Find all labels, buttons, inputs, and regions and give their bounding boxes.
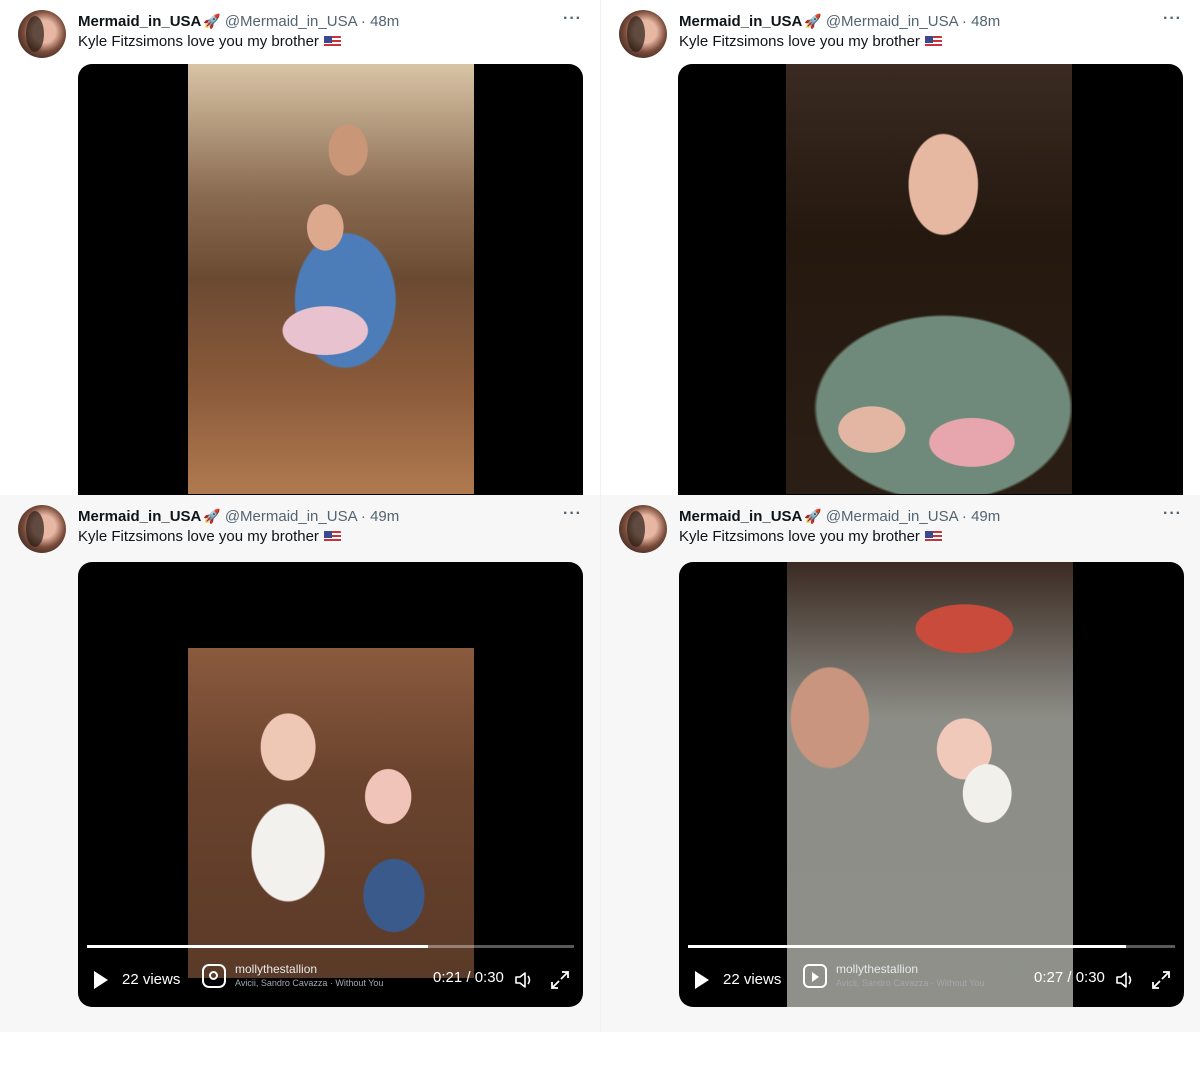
tweet-header: Mermaid_in_USA 🚀 @Mermaid_in_USA · 49m bbox=[679, 506, 1000, 526]
handle-and-time[interactable]: @Mermaid_in_USA · 48m bbox=[225, 13, 399, 30]
source-author[interactable]: mollythestallion bbox=[836, 962, 918, 976]
video-progress-fill bbox=[688, 945, 1127, 948]
volume-icon[interactable] bbox=[514, 970, 534, 990]
display-name[interactable]: Mermaid_in_USA bbox=[679, 13, 802, 30]
video-frame[interactable] bbox=[786, 64, 1072, 494]
tweet-card[interactable]: Mermaid_in_USA 🚀 @Mermaid_in_USA · 49m ·… bbox=[600, 495, 1200, 1032]
tweet-text: Kyle Fitzsimons love you my brother bbox=[78, 528, 341, 545]
tweet-text-content: Kyle Fitzsimons love you my brother bbox=[78, 528, 319, 545]
source-author[interactable]: mollythestallion bbox=[235, 962, 317, 976]
avatar[interactable] bbox=[18, 505, 66, 553]
tweet-text-content: Kyle Fitzsimons love you my brother bbox=[78, 33, 319, 50]
rocket-icon: 🚀 bbox=[804, 12, 822, 29]
instagram-icon bbox=[202, 964, 226, 988]
video-progress-bar[interactable] bbox=[87, 945, 574, 948]
video-controls: 22 views mollythestallion Avicii, Sandro… bbox=[679, 957, 1184, 1007]
us-flag-icon bbox=[323, 35, 341, 48]
us-flag-icon bbox=[323, 530, 341, 543]
video-player[interactable]: 22 views mollythestallion Avicii, Sandro… bbox=[679, 562, 1184, 1007]
video-time: 0:27 / 0:30 bbox=[1034, 969, 1105, 986]
tweet-header: Mermaid_in_USA 🚀 @Mermaid_in_USA · 48m bbox=[78, 11, 399, 31]
volume-icon[interactable] bbox=[1115, 970, 1135, 990]
tweet-header: Mermaid_in_USA 🚀 @Mermaid_in_USA · 49m bbox=[78, 506, 399, 526]
handle-and-time[interactable]: @Mermaid_in_USA · 49m bbox=[826, 508, 1000, 525]
video-frame[interactable] bbox=[188, 64, 474, 494]
video-progress-bar[interactable] bbox=[688, 945, 1175, 948]
tweet-card[interactable]: Mermaid_in_USA 🚀 @Mermaid_in_USA · 48m ·… bbox=[600, 0, 1200, 537]
video-frame[interactable] bbox=[188, 648, 474, 978]
video-player[interactable] bbox=[678, 64, 1183, 534]
tweet-grid: Mermaid_in_USA 🚀 @Mermaid_in_USA · 48m ·… bbox=[0, 0, 1200, 1074]
avatar[interactable] bbox=[18, 10, 66, 58]
handle-and-time[interactable]: @Mermaid_in_USA · 49m bbox=[225, 508, 399, 525]
tweet-text-content: Kyle Fitzsimons love you my brother bbox=[679, 528, 920, 545]
rocket-icon: 🚀 bbox=[203, 12, 221, 29]
fullscreen-icon[interactable] bbox=[1151, 970, 1171, 990]
display-name[interactable]: Mermaid_in_USA bbox=[78, 13, 201, 30]
display-name[interactable]: Mermaid_in_USA bbox=[679, 508, 802, 525]
more-options-icon[interactable]: ··· bbox=[563, 10, 582, 28]
view-count: 22 views bbox=[122, 971, 181, 988]
us-flag-icon bbox=[924, 530, 942, 543]
tweet-header: Mermaid_in_USA 🚀 @Mermaid_in_USA · 48m bbox=[679, 11, 1000, 31]
tweet-card[interactable]: Mermaid_in_USA 🚀 @Mermaid_in_USA · 49m ·… bbox=[0, 495, 600, 1032]
video-player[interactable]: 22 views mollythestallion Avicii, Sandro… bbox=[78, 562, 583, 1007]
more-options-icon[interactable]: ··· bbox=[1163, 505, 1182, 523]
rocket-icon: 🚀 bbox=[804, 507, 822, 524]
reels-icon bbox=[803, 964, 827, 988]
play-icon[interactable] bbox=[695, 971, 709, 989]
tweet-text: Kyle Fitzsimons love you my brother bbox=[679, 33, 942, 50]
display-name[interactable]: Mermaid_in_USA bbox=[78, 508, 201, 525]
song-credit: Avicii, Sandro Cavazza · Without You bbox=[836, 978, 985, 988]
rocket-icon: 🚀 bbox=[203, 507, 221, 524]
tweet-text-content: Kyle Fitzsimons love you my brother bbox=[679, 33, 920, 50]
video-frame[interactable] bbox=[787, 562, 1073, 1007]
more-options-icon[interactable]: ··· bbox=[563, 505, 582, 523]
song-credit: Avicii, Sandro Cavazza · Without You bbox=[235, 978, 384, 988]
tweet-text: Kyle Fitzsimons love you my brother bbox=[78, 33, 341, 50]
play-icon[interactable] bbox=[94, 971, 108, 989]
tweet-card[interactable]: Mermaid_in_USA 🚀 @Mermaid_in_USA · 48m ·… bbox=[0, 0, 600, 537]
video-progress-fill bbox=[87, 945, 428, 948]
more-options-icon[interactable]: ··· bbox=[1163, 10, 1182, 28]
video-player[interactable] bbox=[78, 64, 583, 534]
handle-and-time[interactable]: @Mermaid_in_USA · 48m bbox=[826, 13, 1000, 30]
tweet-text: Kyle Fitzsimons love you my brother bbox=[679, 528, 942, 545]
view-count: 22 views bbox=[723, 971, 782, 988]
video-controls: 22 views mollythestallion Avicii, Sandro… bbox=[78, 957, 583, 1007]
avatar[interactable] bbox=[619, 505, 667, 553]
avatar[interactable] bbox=[619, 10, 667, 58]
us-flag-icon bbox=[924, 35, 942, 48]
fullscreen-icon[interactable] bbox=[550, 970, 570, 990]
video-time: 0:21 / 0:30 bbox=[433, 969, 504, 986]
